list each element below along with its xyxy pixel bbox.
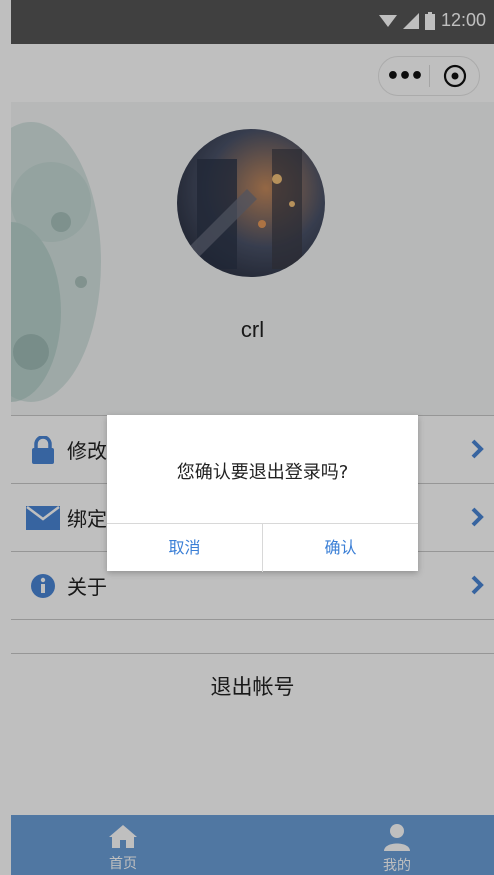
logout-confirm-dialog: 您确认要退出登录吗? 取消 确认: [107, 415, 418, 572]
confirm-button[interactable]: 确认: [263, 524, 418, 572]
cancel-button[interactable]: 取消: [107, 524, 263, 572]
dialog-message: 您确认要退出登录吗?: [176, 462, 349, 483]
dialog-buttons: 取消 确认: [107, 523, 418, 572]
